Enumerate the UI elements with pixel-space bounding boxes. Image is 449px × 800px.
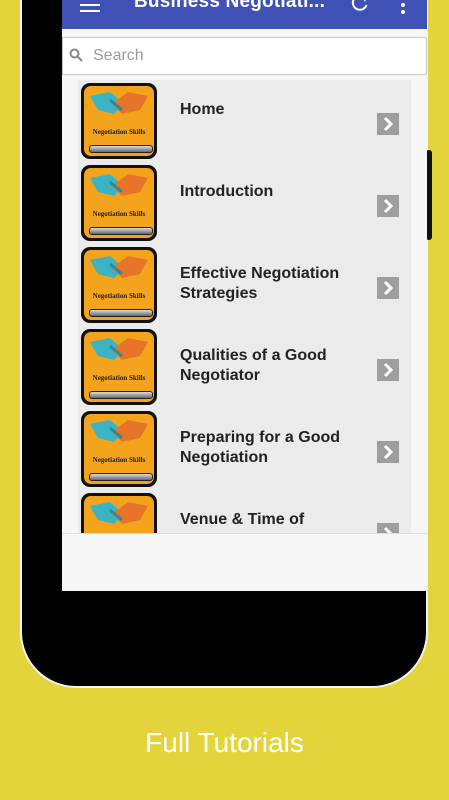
list-item-introduction[interactable]: Negotiation Skills Introduction bbox=[78, 162, 411, 244]
book-pages bbox=[89, 145, 153, 153]
thumbnail-text: Negotiation Skills bbox=[92, 292, 146, 300]
handshake-icon bbox=[90, 502, 148, 524]
chevron-right-icon[interactable] bbox=[377, 441, 399, 463]
list-item-label: Venue & Time of bbox=[180, 511, 305, 528]
thumbnail-handshake-icon: Negotiation Skills bbox=[81, 411, 157, 487]
thumbnail-handshake-icon: Negotiation Skills bbox=[81, 247, 157, 323]
hamburger-menu-icon[interactable] bbox=[80, 0, 100, 12]
search-input[interactable] bbox=[91, 44, 415, 68]
list-item-venue[interactable]: Negotiation Skills Venue & Time of bbox=[78, 490, 411, 533]
list-item-label: Effective Negotiation Strategies bbox=[180, 265, 340, 302]
book-pages bbox=[89, 473, 153, 481]
list-item-label: Introduction bbox=[180, 183, 274, 200]
search-bar bbox=[62, 37, 427, 75]
search-icon bbox=[69, 48, 83, 62]
promo-caption: Full Tutorials bbox=[145, 727, 304, 758]
list-item-label: Home bbox=[180, 101, 225, 118]
chevron-right-icon[interactable] bbox=[377, 113, 399, 135]
thumbnail-handshake-icon: Negotiation Skills bbox=[81, 165, 157, 241]
phone-frame: Business Negotiati... Search Negotiation… bbox=[22, 0, 432, 686]
app-title: Business Negotiati... bbox=[134, 0, 326, 12]
chevron-right-icon[interactable] bbox=[377, 195, 399, 217]
book-pages bbox=[89, 391, 153, 399]
list-item-preparing[interactable]: Negotiation Skills Preparing for a Good … bbox=[78, 408, 411, 490]
list-item-label: Preparing for a Good Negotiation bbox=[180, 429, 341, 466]
topic-list: Negotiation Skills Home Negotiation Skil… bbox=[78, 80, 411, 533]
more-vert-icon[interactable] bbox=[401, 0, 405, 17]
list-item-strategies[interactable]: Negotiation Skills Effective Negotiation… bbox=[78, 244, 411, 326]
list-item-label: Qualities of a Good Negotiator bbox=[180, 347, 327, 384]
handshake-icon bbox=[90, 92, 148, 114]
thumbnail-text: Negotiation Skills bbox=[92, 374, 146, 382]
thumbnail-handshake-icon: Negotiation Skills bbox=[81, 329, 157, 405]
handshake-icon bbox=[90, 338, 148, 360]
chevron-right-icon[interactable] bbox=[377, 277, 399, 299]
handshake-icon bbox=[90, 174, 148, 196]
handshake-icon bbox=[90, 256, 148, 278]
book-pages bbox=[89, 227, 153, 235]
thumbnail-handshake-icon: Negotiation Skills bbox=[81, 83, 157, 159]
app-screen: Business Negotiati... Search Negotiation… bbox=[62, 0, 427, 591]
thumbnail-text: Negotiation Skills bbox=[92, 128, 146, 136]
chevron-right-icon[interactable] bbox=[377, 359, 399, 381]
bottom-area bbox=[62, 533, 427, 591]
list-item-home[interactable]: Negotiation Skills Home bbox=[78, 80, 411, 162]
thumbnail-handshake-icon: Negotiation Skills bbox=[81, 493, 157, 533]
thumbnail-text: Negotiation Skills bbox=[92, 210, 146, 218]
book-pages bbox=[89, 309, 153, 317]
chevron-right-icon[interactable] bbox=[377, 523, 399, 533]
app-bar: Business Negotiati... bbox=[62, 0, 427, 29]
thumbnail-text: Negotiation Skills bbox=[92, 456, 146, 464]
refresh-icon[interactable] bbox=[351, 0, 369, 12]
handshake-icon bbox=[90, 420, 148, 442]
list-item-qualities[interactable]: Negotiation Skills Qualities of a Good N… bbox=[78, 326, 411, 408]
